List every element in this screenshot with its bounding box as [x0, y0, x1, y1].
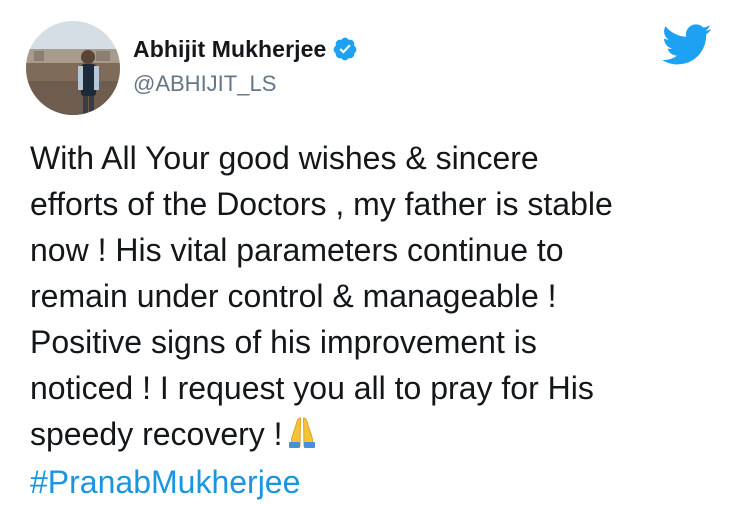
twitter-bird-icon[interactable]	[662, 24, 712, 66]
hashtag-link[interactable]: #PranabMukherjee	[30, 459, 300, 505]
folded-hands-icon	[288, 417, 315, 448]
author-name[interactable]: Abhijit Mukherjee	[133, 36, 326, 63]
tweet-card: Abhijit Mukherjee @ABHIJIT_LS With All Y…	[0, 0, 741, 500]
author-row: Abhijit Mukherjee	[133, 32, 358, 66]
tweet-text: With All Your good wishes & sincere effo…	[30, 135, 720, 457]
avatar[interactable]	[26, 21, 120, 115]
verified-badge-icon	[334, 37, 357, 61]
avatar-photo	[26, 21, 120, 115]
tweet-body: With All Your good wishes & sincere effo…	[30, 140, 613, 452]
author-handle[interactable]: @ABHIJIT_LS	[133, 71, 276, 97]
